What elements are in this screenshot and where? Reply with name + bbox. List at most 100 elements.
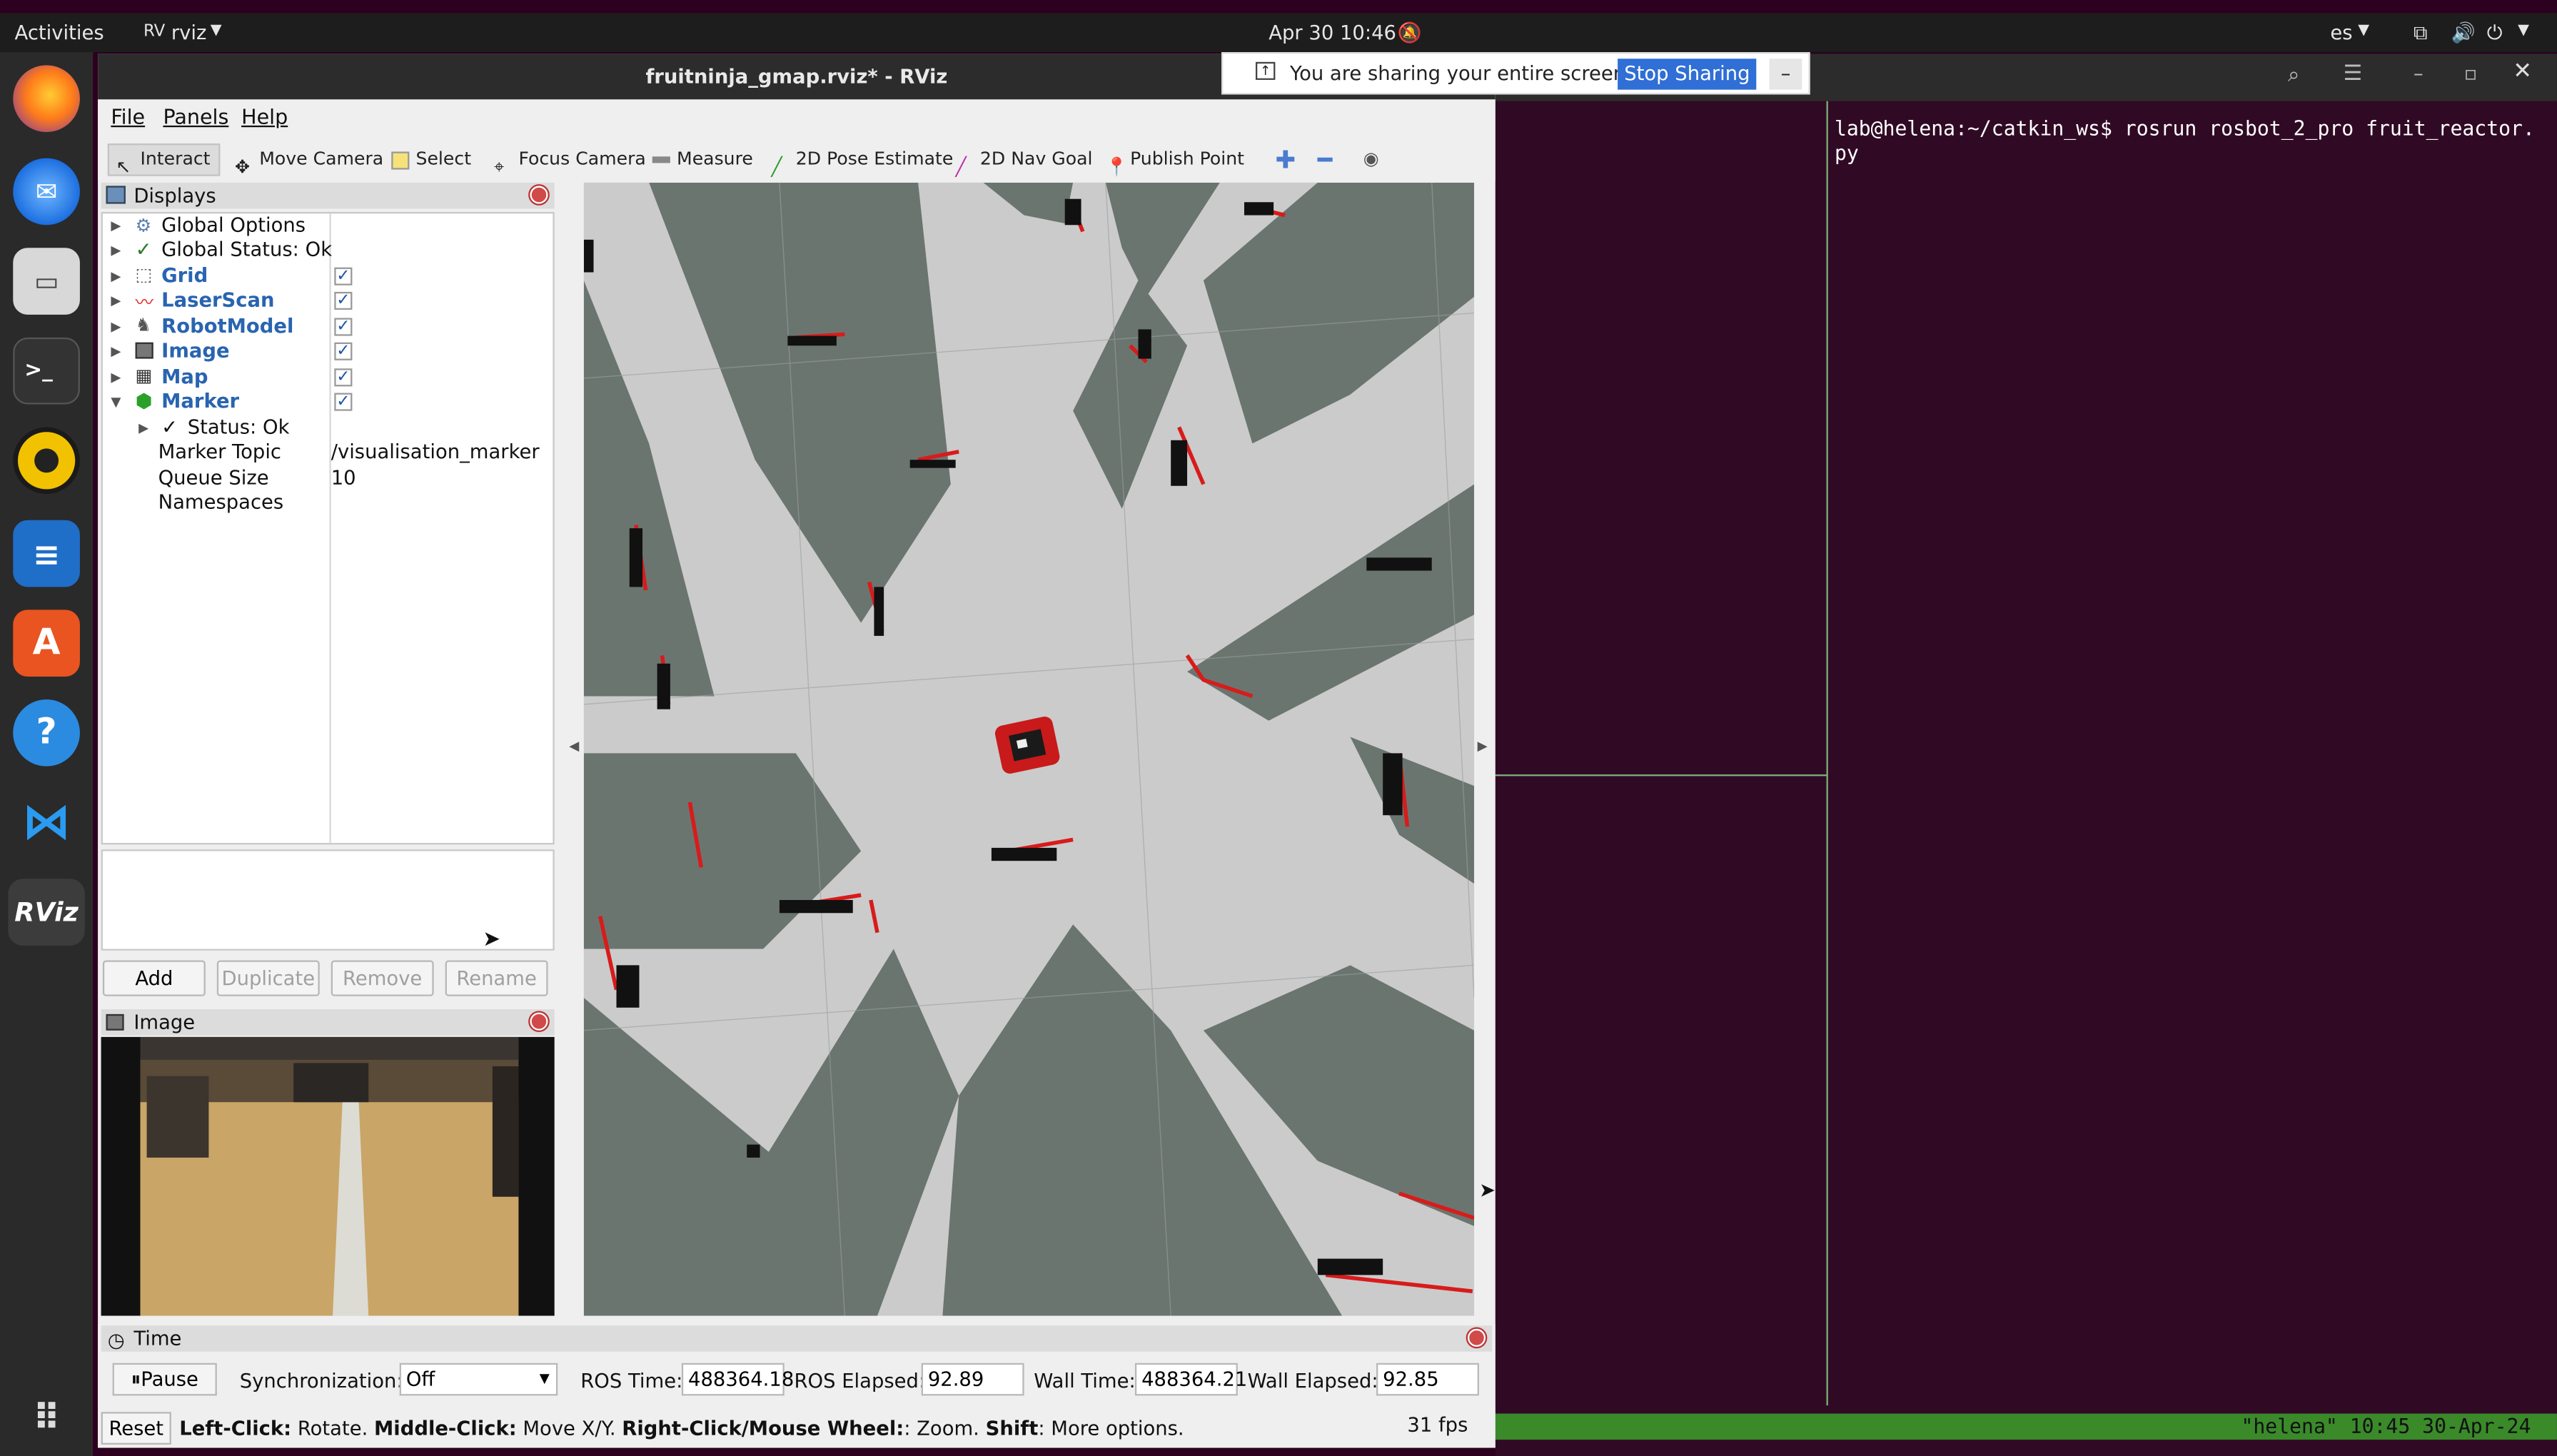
collapse-right-icon[interactable]: ▶: [1478, 739, 1488, 754]
expand-arrow-icon[interactable]: ▶: [111, 288, 121, 313]
tree-item-global-options[interactable]: Global Options: [161, 213, 306, 238]
laser-icon: 〰: [135, 291, 153, 313]
software-icon[interactable]: A: [13, 610, 80, 677]
share-screen-icon: ↑: [1255, 61, 1276, 80]
laserscan-checkbox[interactable]: ✓: [334, 291, 353, 310]
remove-tool-icon[interactable]: ━: [1318, 143, 1333, 176]
reset-button[interactable]: Reset: [101, 1412, 171, 1445]
volume-icon[interactable]: 🔊: [2451, 21, 2475, 44]
expand-arrow-icon[interactable]: ▶: [111, 315, 121, 339]
clock-icon: ◷: [107, 1328, 125, 1352]
expand-arrow-icon[interactable]: ▶: [111, 213, 121, 238]
tree-item-image[interactable]: Image: [161, 339, 229, 363]
keyboard-layout[interactable]: es: [2330, 21, 2352, 44]
wall-elapsed-field[interactable]: 92.85: [1376, 1363, 1479, 1396]
terminal-icon[interactable]: >_: [13, 337, 80, 405]
show-apps-icon[interactable]: ⠿: [13, 1386, 80, 1453]
grid-checkbox[interactable]: ✓: [334, 267, 353, 285]
move-camera-tool[interactable]: ✥ Move Camera: [235, 143, 383, 177]
menu-file[interactable]: File: [111, 104, 145, 128]
network-icon[interactable]: ⧉: [2414, 21, 2428, 46]
stop-sharing-button[interactable]: Stop Sharing: [1618, 59, 1757, 90]
ros-elapsed-field[interactable]: 92.89: [921, 1363, 1024, 1396]
add-button[interactable]: Add: [102, 960, 206, 996]
queue-size-value[interactable]: 10: [331, 466, 356, 490]
sync-dropdown[interactable]: Off ▼: [399, 1363, 558, 1396]
tree-item-robotmodel[interactable]: RobotModel: [161, 315, 293, 339]
tree-item-map[interactable]: Map: [161, 365, 208, 390]
status-help-text: Left-Click: Rotate. Middle-Click: Move X…: [179, 1417, 1184, 1440]
marker-topic-value[interactable]: /visualisation_marker: [331, 440, 540, 465]
marker-checkbox[interactable]: ✓: [334, 393, 353, 411]
select-tool[interactable]: Select: [391, 143, 471, 176]
duplicate-button[interactable]: Duplicate: [216, 960, 320, 996]
terminal-line: py: [1834, 141, 1859, 165]
vscode-icon[interactable]: ⋈: [13, 789, 80, 856]
image-icon: [135, 342, 153, 359]
pane-divider[interactable]: [1826, 101, 1828, 1406]
image-checkbox[interactable]: ✓: [334, 342, 353, 360]
activities-button[interactable]: Activities: [15, 21, 104, 44]
3d-view[interactable]: [583, 182, 1475, 1316]
writer-icon[interactable]: ≡: [13, 520, 80, 587]
chevron-down-icon: ▼: [2358, 22, 2370, 39]
image-panel-title: Image: [101, 1009, 555, 1036]
top-bar: Activities RV rviz ▼ Apr 30 10:46 🔕 es ▼…: [0, 13, 2557, 53]
pause-button[interactable]: ⏸Pause: [112, 1363, 217, 1396]
tree-item-global-status[interactable]: Global Status: Ok: [161, 238, 332, 263]
expand-arrow-icon[interactable]: ▶: [111, 365, 121, 390]
expand-arrow-icon[interactable]: ▶: [111, 238, 121, 263]
power-icon[interactable]: ⏻: [2487, 21, 2503, 46]
pane-divider[interactable]: [1495, 774, 1827, 777]
help-icon[interactable]: ?: [13, 699, 80, 767]
rename-button[interactable]: Rename: [445, 960, 548, 996]
terminal-window[interactable]: lab@helena:~/catkin_ws$ rosrun rosbot_2_…: [1495, 101, 2557, 1456]
files-icon[interactable]: ▭: [13, 248, 80, 315]
ros-time-field[interactable]: 488364.18: [681, 1363, 794, 1396]
search-icon[interactable]: ⌕: [2288, 64, 2300, 88]
rviz-icon[interactable]: RViz: [8, 879, 85, 946]
expand-arrow-icon[interactable]: ▶: [138, 416, 148, 440]
tree-item-laserscan[interactable]: LaserScan: [161, 288, 274, 313]
expand-arrow-icon[interactable]: ▶: [111, 339, 121, 363]
firefox-icon[interactable]: [13, 65, 80, 133]
time-panel: ◷ Time ⏸Pause Synchronization: Off ▼ ROS …: [98, 1323, 1496, 1448]
add-tool-icon[interactable]: ✚: [1275, 143, 1296, 176]
remove-button[interactable]: Remove: [331, 960, 434, 996]
wall-time-field[interactable]: 488364.21: [1134, 1363, 1247, 1396]
tree-item-marker[interactable]: Marker: [161, 390, 239, 414]
tree-item-grid[interactable]: Grid: [161, 264, 208, 288]
app-menu[interactable]: rviz: [171, 21, 207, 44]
map-checkbox[interactable]: ✓: [334, 368, 353, 387]
robotmodel-checkbox[interactable]: ✓: [334, 318, 353, 336]
close-panel-icon[interactable]: [530, 186, 548, 204]
close-panel-icon[interactable]: [530, 1012, 548, 1031]
minimize-banner-button[interactable]: –: [1769, 59, 1802, 90]
interact-tool[interactable]: ↖ Interact: [107, 143, 221, 177]
collapse-left-icon[interactable]: ◀: [569, 739, 579, 754]
camera-image: [101, 1036, 555, 1316]
clock[interactable]: Apr 30 10:46: [1269, 21, 1396, 44]
collapse-arrow-icon[interactable]: ▼: [111, 390, 121, 414]
nav-goal-tool[interactable]: ╱ 2D Nav Goal: [956, 143, 1093, 177]
rhythmbox-icon[interactable]: [13, 427, 80, 495]
close-icon[interactable]: ✕: [2513, 59, 2532, 85]
menu-panels[interactable]: Panels: [163, 104, 228, 128]
tool-properties-icon[interactable]: ◉: [1363, 143, 1379, 176]
maximize-icon[interactable]: ▫: [2464, 62, 2478, 85]
pose-estimate-tool[interactable]: ╱ 2D Pose Estimate: [772, 143, 954, 177]
terminal-line: lab@helena:~/catkin_ws$ rosrun rosbot_2_…: [1834, 117, 2535, 141]
measure-tool[interactable]: Measure: [652, 143, 753, 176]
minimize-icon[interactable]: –: [2414, 62, 2424, 85]
chevron-down-icon: ▼: [210, 22, 222, 39]
thunderbird-icon[interactable]: ✉: [13, 158, 80, 226]
displays-tree[interactable]: ▶ ⚙ Global Options ▶ ✓ Global Status: Ok…: [101, 211, 555, 845]
expand-arrow-icon[interactable]: ▶: [111, 264, 121, 288]
focus-camera-tool[interactable]: ⌖ Focus Camera: [494, 143, 646, 177]
publish-point-tool[interactable]: 📍 Publish Point: [1106, 143, 1244, 177]
select-icon: [391, 151, 410, 169]
marker-status[interactable]: Status: Ok: [188, 416, 290, 440]
menu-help[interactable]: Help: [241, 104, 288, 128]
menu-icon[interactable]: ☰: [2344, 62, 2363, 86]
close-panel-icon[interactable]: [1467, 1328, 1486, 1347]
